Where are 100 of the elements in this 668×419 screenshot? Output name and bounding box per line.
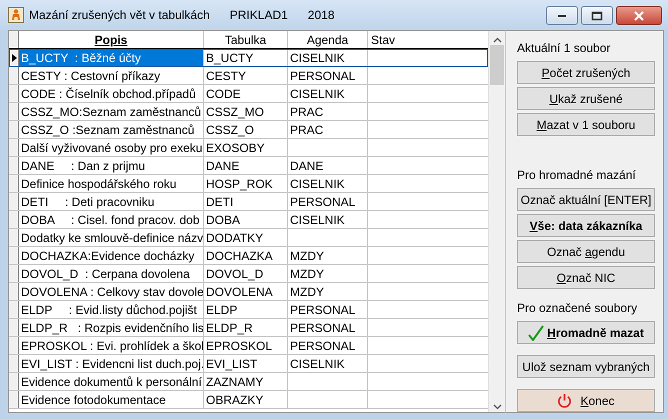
column-header[interactable]: Tabulka: [204, 31, 288, 48]
action-button[interactable]: Hromadně mazat: [517, 321, 655, 344]
table-cell: ELDP_R : Rozpis evidenčního lis: [19, 319, 204, 336]
table-cell: Evidence fotodokumentace: [19, 391, 204, 408]
section-label: Pro označené soubory: [517, 301, 638, 315]
table-cell: PERSONAL: [288, 319, 368, 336]
checkmark-icon: [528, 324, 544, 340]
table-cell: DOVOLENA : Celkovy stav dovole: [19, 283, 204, 300]
table-cell: CISELNIK: [288, 355, 368, 372]
table-row[interactable]: B_UCTY : Běžné účty B_UCTY CISELNIK: [9, 49, 488, 67]
table-cell: OBRAZKY: [204, 391, 288, 408]
table-cell: DETI : Deti pracovniku: [19, 193, 204, 210]
table-row[interactable]: DOVOL_D : Cerpana dovolena DOVOL_D MZDY: [9, 265, 488, 283]
table-row[interactable]: Dodatky ke smlouvě-definice názv DODATKY: [9, 229, 488, 247]
table-cell: Evidence dokumentů k personální: [19, 373, 204, 390]
table-cell: EVI_LIST: [204, 355, 288, 372]
file-name: PRIKLAD1: [230, 8, 288, 22]
table-cell: PERSONAL: [288, 337, 368, 354]
scroll-down-icon[interactable]: [492, 404, 502, 410]
table-row[interactable]: CODE : Číselník obchod.případů CODE CISELNIK: [9, 85, 488, 103]
table-cell: CESTY : Cestovní příkazy: [19, 67, 204, 84]
table-row[interactable]: DETI : Deti pracovniku DETI PERSONAL: [9, 193, 488, 211]
table-cell: PRAC: [288, 121, 368, 138]
table-cell: CODE: [204, 85, 288, 102]
table-row[interactable]: CESTY : Cestovní příkazy CESTY PERSONAL: [9, 67, 488, 85]
table-row[interactable]: ELDP_R : Rozpis evidenčního lis ELDP_R PERSONAL: [9, 319, 488, 337]
maximize-icon: [591, 10, 603, 20]
table-cell: DANE : Dan z prijmu: [19, 157, 204, 174]
table-cell: HOSP_ROK: [204, 175, 288, 192]
table-cell: Dodatky ke smlouvě-definice názv: [19, 229, 204, 246]
action-button[interactable]: Mazat v 1 souboru: [517, 113, 655, 136]
table-cell: CODE : Číselník obchod.případů: [19, 85, 204, 102]
power-icon: [557, 393, 572, 408]
action-button[interactable]: Ulož seznam vybraných: [517, 355, 655, 378]
window-title: Mazání zrušených vět v tabulkách: [29, 8, 210, 22]
table-cell: PERSONAL: [288, 193, 368, 210]
table-cell: DANE: [204, 157, 288, 174]
column-header[interactable]: Agenda: [288, 31, 368, 48]
table-cell: DODATKY: [204, 229, 288, 246]
table-row[interactable]: DOVOLENA : Celkovy stav dovole DOVOLENA MZDY: [9, 283, 488, 301]
table-cell: EPROSKOL : Evi. prohlídek a škol: [19, 337, 204, 354]
table-cell: DOVOLENA: [204, 283, 288, 300]
table-cell: PERSONAL: [288, 67, 368, 84]
action-button[interactable]: Vše: data zákazníka: [517, 214, 655, 237]
table-cell: DOCHAZKA:Evidence docházky: [19, 247, 204, 264]
action-button[interactable]: Ukaž zrušené: [517, 87, 655, 110]
table-cell: PRAC: [288, 103, 368, 120]
column-header[interactable]: Popis: [19, 31, 204, 48]
table-row[interactable]: CSSZ_MO:Seznam zaměstnanců CSSZ_MO PRAC: [9, 103, 488, 121]
table-cell: MZDY: [288, 247, 368, 264]
action-button[interactable]: Označ agendu: [517, 240, 655, 263]
table-cell: MZDY: [288, 283, 368, 300]
table-cell: Definice hospodářského roku: [19, 175, 204, 192]
minimize-icon: [557, 14, 567, 18]
table-cell: DOCHAZKA: [204, 247, 288, 264]
table-cell: CISELNIK: [288, 49, 368, 66]
table-row[interactable]: Definice hospodářského roku HOSP_ROK CISELNIK: [9, 175, 488, 193]
table-cell: ELDP : Evid.listy důchod.pojišt: [19, 301, 204, 318]
table-cell: CSSZ_O: [204, 121, 288, 138]
person-icon: [8, 7, 24, 23]
scroll-thumb[interactable]: [490, 45, 504, 85]
section-label: Aktuální 1 soubor: [517, 41, 612, 55]
table-cell: B_UCTY: [204, 49, 288, 66]
table-cell: DOBA : Cisel. fond pracov. dob: [19, 211, 204, 228]
action-button[interactable]: Počet zrušených: [517, 61, 655, 84]
table-row[interactable]: ELDP : Evid.listy důchod.pojišt ELDP PERSONAL: [9, 301, 488, 319]
maximize-button[interactable]: [581, 6, 613, 25]
table-row[interactable]: EPROSKOL : Evi. prohlídek a škol EPROSKOL PERSONAL: [9, 337, 488, 355]
table-cell: CSSZ_MO:Seznam zaměstnanců: [19, 103, 204, 120]
minimize-button[interactable]: [546, 6, 578, 25]
table-cell: CSSZ_O :Seznam zaměstnanců: [19, 121, 204, 138]
section-label: Pro hromadné mazání: [517, 168, 637, 182]
table-cell: B_UCTY : Běžné účty: [19, 49, 204, 66]
column-header[interactable]: Stav: [368, 31, 488, 48]
table-cell: Další vyživované osoby pro exeku: [19, 139, 204, 156]
table-row[interactable]: EVI_LIST : Evidencni list duch.poj.EVI_LIST CISELNIK: [9, 355, 488, 373]
table-cell: CSSZ_MO: [204, 103, 288, 120]
table-row[interactable]: DOCHAZKA:Evidence docházky DOCHAZKA MZDY: [9, 247, 488, 265]
table-cell: CESTY: [204, 67, 288, 84]
table-row[interactable]: DOBA : Cisel. fond pracov. dob DOBA CISELNIK: [9, 211, 488, 229]
action-button[interactable]: Označ aktuální [ENTER]: [517, 188, 655, 211]
table-row[interactable]: Evidence fotodokumentace OBRAZKY: [9, 391, 488, 409]
close-button[interactable]: [616, 6, 662, 25]
table-cell: DOBA: [204, 211, 288, 228]
table-row[interactable]: CSSZ_O :Seznam zaměstnanců CSSZ_O PRAC: [9, 121, 488, 139]
table-row[interactable]: Evidence dokumentů k personální ZAZNAMY: [9, 373, 488, 391]
table-row[interactable]: Další vyživované osoby pro exeku EXOSOBY: [9, 139, 488, 157]
row-header[interactable]: [9, 49, 19, 66]
action-button[interactable]: Konec: [517, 389, 655, 412]
table-cell: ZAZNAMY: [204, 373, 288, 390]
scrollbar[interactable]: [488, 31, 505, 412]
table-cell: EPROSKOL: [204, 337, 288, 354]
table-row[interactable]: DANE : Dan z prijmu DANE DANE: [9, 157, 488, 175]
row-pointer-icon: [12, 54, 17, 62]
action-button[interactable]: Označ NIC: [517, 266, 655, 289]
table-cell: CISELNIK: [288, 175, 368, 192]
scroll-up-icon[interactable]: [492, 37, 502, 43]
table-cell: EXOSOBY: [204, 139, 288, 156]
table-cell: DOVOL_D: [204, 265, 288, 282]
table-cell: EVI_LIST : Evidencni list duch.poj.: [19, 355, 204, 372]
